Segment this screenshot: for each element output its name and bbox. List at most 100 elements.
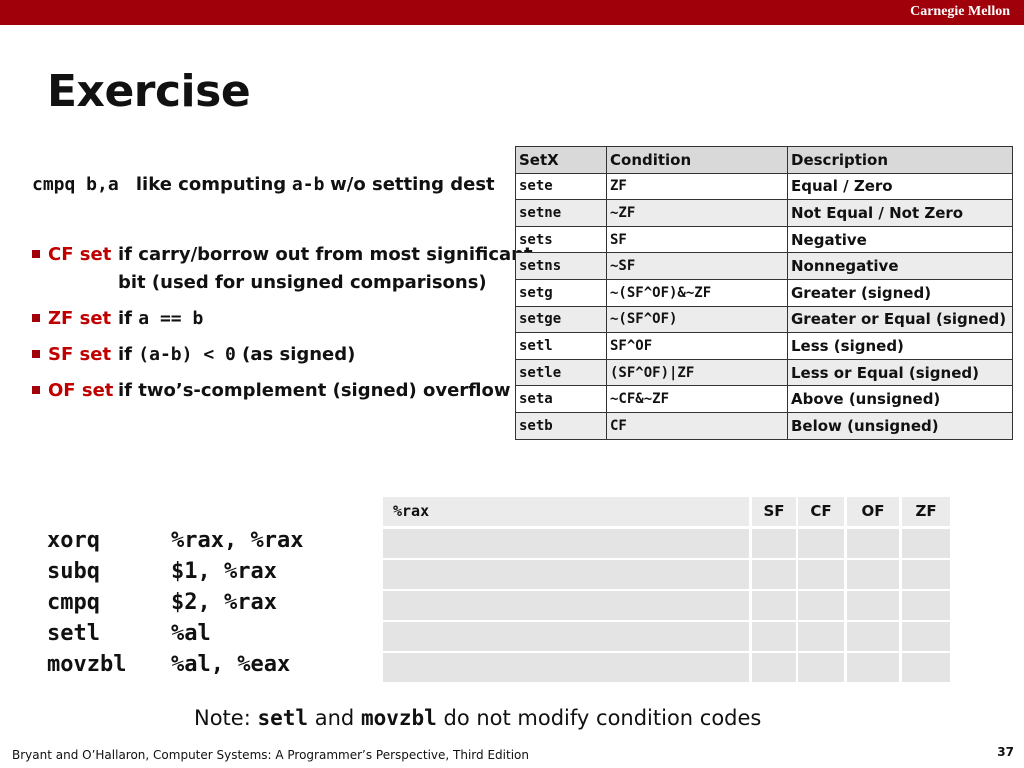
grid-cell	[902, 591, 950, 620]
bullet-icon	[32, 386, 40, 394]
setx-cell: seta	[515, 385, 607, 413]
grid-cell	[847, 591, 899, 620]
table-header-row: SetX Condition Description	[515, 146, 1013, 174]
flag-desc: if (a-b) < 0 (as signed)	[118, 344, 355, 365]
setx-cell: setl	[515, 332, 607, 360]
description-cell: Not Equal / Not Zero	[787, 199, 1013, 227]
intro-line: cmpq b,a like computing a-b w/o setting …	[32, 174, 495, 195]
flag-code: (a-b) < 0	[138, 344, 236, 365]
flag-name: ZF set	[48, 308, 112, 329]
grid-cell	[798, 591, 844, 620]
table-row: seta ~CF&~ZF Above (unsigned)	[515, 385, 1013, 413]
grid-cell	[383, 591, 749, 620]
table-row: setns ~SF Nonnegative	[515, 252, 1013, 280]
asm-line: xorq %rax, %rax	[47, 528, 303, 559]
flag-prefix: if	[118, 308, 133, 329]
grid-cell	[798, 529, 844, 558]
description-cell: Less (signed)	[787, 332, 1013, 360]
table-row: setb CF Below (unsigned)	[515, 411, 1013, 440]
setx-cell: setg	[515, 278, 607, 307]
asm-op: xorq	[47, 528, 100, 553]
grid-cell	[902, 653, 950, 682]
condition-cell: ~SF	[606, 252, 788, 280]
grid-header-cell: ZF	[902, 497, 950, 526]
grid-header-cell: SF	[752, 497, 796, 526]
table-row: sets SF Negative	[515, 225, 1013, 254]
asm-op: movzbl	[47, 652, 127, 677]
condition-cell: ~(SF^OF)	[606, 305, 788, 334]
grid-cell	[798, 653, 844, 682]
asm-op: subq	[47, 559, 100, 584]
setx-cell: sets	[515, 225, 607, 254]
condition-cell: ZF	[606, 172, 788, 201]
grid-cell	[383, 560, 749, 589]
grid-cell	[752, 653, 796, 682]
description-cell: Greater or Equal (signed)	[787, 305, 1013, 334]
condition-cell: ~ZF	[606, 199, 788, 227]
header-cell: SetX	[515, 146, 607, 174]
asm-args: $2, %rax	[171, 590, 277, 615]
note-prefix: Note:	[194, 706, 251, 730]
asm-args: %rax, %rax	[171, 528, 304, 553]
flag-name: SF set	[48, 344, 112, 365]
bullet-icon	[32, 250, 40, 258]
flag-desc: if two’s-complement (signed) overflow	[118, 380, 511, 401]
setx-cell: setge	[515, 305, 607, 334]
footer-citation: Bryant and O’Hallaron, Computer Systems:…	[12, 748, 529, 762]
intro-text1: like computing	[135, 174, 287, 195]
grid-cell	[383, 529, 749, 558]
description-cell: Above (unsigned)	[787, 385, 1013, 413]
flag-desc2: bit (used for unsigned comparisons)	[118, 272, 487, 293]
setx-cell: setle	[515, 358, 607, 387]
grid-cell	[752, 622, 796, 651]
asm-line: cmpq $2, %rax	[47, 590, 303, 621]
assembly-code: xorq %rax, %rax subq $1, %rax cmpq $2, %rax se…	[47, 528, 303, 683]
description-cell: Nonnegative	[787, 252, 1013, 280]
asm-op: setl	[47, 621, 100, 646]
asm-line: movzbl %al, %eax	[47, 652, 303, 683]
bullet-icon	[32, 350, 40, 358]
setx-cell: setb	[515, 411, 607, 440]
flag-desc: if a == b	[118, 308, 203, 329]
page-number: 37	[997, 745, 1014, 759]
description-cell: Greater (signed)	[787, 278, 1013, 307]
setx-table: SetX Condition Description sete ZF Equal /…	[515, 146, 1013, 440]
grid-cell	[847, 560, 899, 589]
note-suffix: do not modify condition codes	[443, 706, 762, 730]
note-code2: movzbl	[360, 706, 437, 730]
intro-code: cmpq b,a	[32, 174, 119, 195]
note: Note: setl and movzbl do not modify cond…	[194, 706, 761, 730]
condition-cell: SF	[606, 225, 788, 254]
grid-cell	[902, 622, 950, 651]
table-row: setle (SF^OF)|ZF Less or Equal (signed)	[515, 358, 1013, 387]
table-row: setge ~(SF^OF) Greater or Equal (signed)	[515, 305, 1013, 334]
condition-cell: SF^OF	[606, 332, 788, 360]
note-code1: setl	[257, 706, 309, 730]
intro-code2: a-b	[291, 174, 325, 195]
table-row: setl SF^OF Less (signed)	[515, 332, 1013, 360]
header-cell: Condition	[606, 146, 788, 174]
grid-cell	[752, 529, 796, 558]
description-cell: Less or Equal (signed)	[787, 358, 1013, 387]
flag-suffix: (as signed)	[242, 344, 356, 365]
grid-cell	[798, 560, 844, 589]
bullet-icon	[32, 314, 40, 322]
asm-line: subq $1, %rax	[47, 559, 303, 590]
grid-cell	[383, 653, 749, 682]
asm-args: %al	[171, 621, 211, 646]
table-row: setg ~(SF^OF)&~ZF Greater (signed)	[515, 278, 1013, 307]
description-cell: Below (unsigned)	[787, 411, 1013, 440]
grid-cell	[847, 653, 899, 682]
condition-cell: ~CF&~ZF	[606, 385, 788, 413]
grid-cell	[902, 529, 950, 558]
slide-title: Exercise	[47, 66, 251, 117]
grid-cell	[383, 622, 749, 651]
grid-header-cell: CF	[798, 497, 844, 526]
grid-cell	[752, 560, 796, 589]
asm-args: %al, %eax	[171, 652, 291, 677]
grid-cell	[847, 622, 899, 651]
table-row: setne ~ZF Not Equal / Not Zero	[515, 199, 1013, 227]
header-bar: Carnegie Mellon	[0, 0, 1024, 25]
condition-cell: CF	[606, 411, 788, 440]
intro-text2: w/o setting dest	[330, 174, 495, 195]
